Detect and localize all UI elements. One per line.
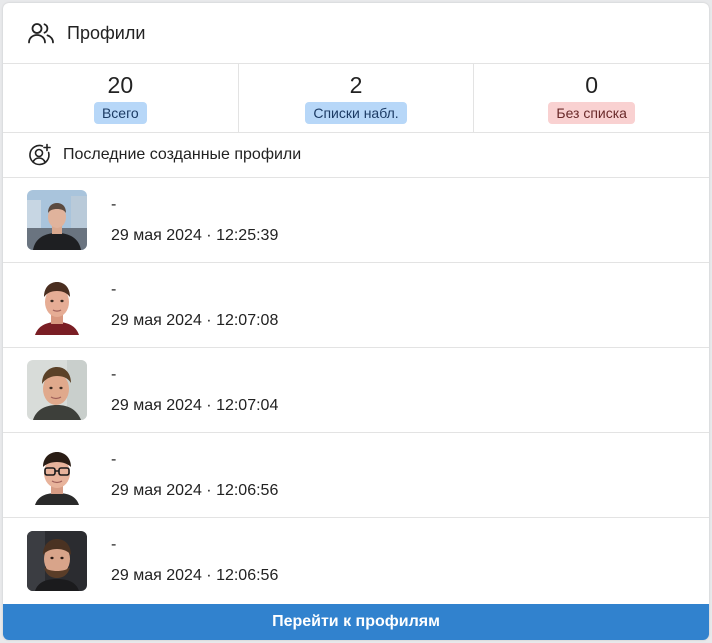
profile-created-date: 29 мая 2024 · 12:25:39 [111,226,279,244]
list-item-text: - 29 мая 2024 · 12:06:56 [111,535,278,586]
avatar [27,530,87,591]
stat-unlisted-badge: Без списка [548,102,635,124]
user-plus-icon [27,142,53,168]
profile-name: - [111,450,117,468]
stat-watchlists-badge: Списки набл. [305,102,407,124]
avatar [27,190,87,250]
profile-created-date: 29 мая 2024 · 12:07:08 [111,311,279,329]
list-item-text: - 29 мая 2024 · 12:06:56 [111,450,278,501]
list-item-text: - 29 мая 2024 · 12:07:08 [111,280,278,331]
stat-total: 20 Всего [3,64,238,132]
stat-total-value: 20 [107,72,134,98]
list-item-text: - 29 мая 2024 · 12:25:39 [111,195,278,246]
avatar [27,275,87,335]
stat-unlisted: 0 Без списка [473,64,709,132]
avatar [27,360,87,420]
list-item[interactable]: - 29 мая 2024 · 12:07:08 [3,263,709,348]
avatar [27,445,87,505]
profile-name: - [111,195,117,213]
card-header: Профили [3,3,709,64]
users-icon [26,18,56,48]
recent-section-header: Последние созданные профили [3,133,709,178]
stat-watchlists-value: 2 [349,72,363,98]
stats-bar: 20 Всего 2 Списки набл. 0 Без списка [3,64,709,133]
stat-unlisted-value: 0 [585,72,599,98]
profile-name: - [111,280,117,298]
list-item[interactable]: - 29 мая 2024 · 12:06:56 [3,433,709,518]
profile-created-date: 29 мая 2024 · 12:06:56 [111,567,279,584]
list-item-text: - 29 мая 2024 · 12:07:04 [111,365,278,416]
list-item[interactable]: - 29 мая 2024 · 12:07:04 [3,348,709,433]
recent-section-title: Последние созданные профили [63,146,302,163]
profile-created-date: 29 мая 2024 · 12:06:56 [111,481,279,499]
list-item[interactable]: - 29 мая 2024 · 12:06:56 [3,518,709,603]
profile-name: - [111,365,117,383]
stat-watchlists: 2 Списки набл. [237,64,474,132]
recent-profiles-list: - 29 мая 2024 · 12:25:39 - 29 мая 2024 ·… [3,178,709,603]
card-title: Профили [67,22,146,43]
go-to-profiles-button[interactable]: Перейти к профилям [3,604,709,640]
profile-created-date: 29 мая 2024 · 12:07:04 [111,396,279,414]
stat-total-badge: Всего [93,102,147,124]
profile-name: - [111,536,117,553]
profiles-card: Профили 20 Всего 2 Списки набл. 0 Без сп… [3,3,709,640]
list-item[interactable]: - 29 мая 2024 · 12:25:39 [3,178,709,263]
